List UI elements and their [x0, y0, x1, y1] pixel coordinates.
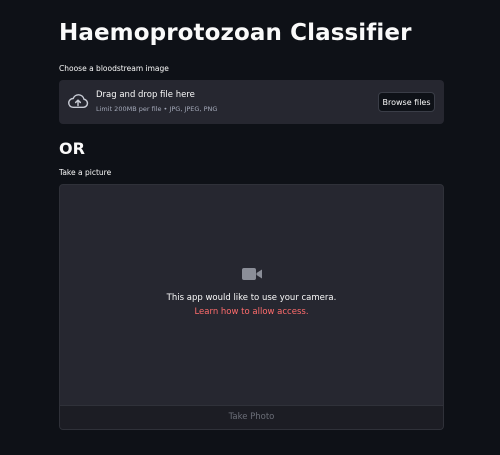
take-photo-button[interactable]: Take Photo — [60, 405, 443, 429]
allow-access-link[interactable]: Learn how to allow access. — [60, 307, 443, 317]
camera-permission-message: This app would like to use your camera. — [166, 293, 337, 303]
or-heading: OR — [59, 139, 85, 158]
cloud-upload-icon — [68, 94, 89, 109]
drop-text: Drag and drop file here — [96, 90, 195, 100]
app-page: Haemoprotozoan Classifier Choose a blood… — [0, 0, 500, 455]
camera-label: Take a picture — [59, 168, 112, 177]
page-title: Haemoprotozoan Classifier — [59, 20, 412, 46]
file-uploader-dropzone[interactable]: Drag and drop file here Limit 200MB per … — [59, 80, 444, 124]
video-camera-icon — [242, 268, 262, 280]
browse-files-button[interactable]: Browse files — [378, 92, 435, 112]
camera-input: This app would like to use your camera. … — [59, 184, 444, 430]
upload-limit-text: Limit 200MB per file • JPG, JPEG, PNG — [96, 105, 218, 113]
uploader-label: Choose a bloodstream image — [59, 64, 169, 73]
